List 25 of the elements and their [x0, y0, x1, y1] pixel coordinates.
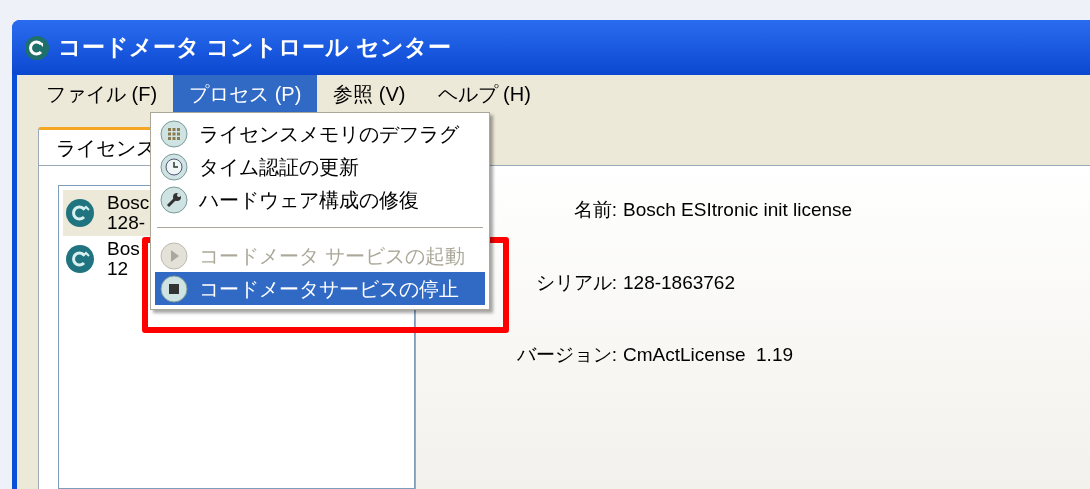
license-icon [65, 198, 95, 228]
license-name: Bosc [107, 193, 150, 213]
window-title: コードメータ コントロール センター [58, 33, 451, 63]
field-label: 名前: [573, 198, 618, 222]
wrench-icon [160, 185, 188, 214]
menu-option[interactable]: コードメータサービスの停止 [155, 272, 485, 305]
license-serial: 128- [107, 213, 147, 233]
grid-icon [160, 119, 188, 148]
license-icon [65, 244, 95, 274]
field-label: シリアル: [535, 270, 618, 295]
license-serial: 12 [107, 259, 130, 279]
clock-icon [160, 152, 188, 181]
menu-item[interactable]: ヘルプ (H) [421, 75, 547, 112]
menu-item[interactable]: ファイル (F) [30, 75, 174, 112]
menu-item[interactable]: プロセス (P) [173, 75, 318, 112]
field-value: CmActLicense 1.19 [623, 343, 795, 367]
stop-icon [160, 274, 188, 303]
license-item[interactable]: Bosc 128- [63, 190, 153, 236]
field-label: バージョン: [516, 343, 618, 367]
play-icon [160, 241, 188, 270]
field-value: Bosch ESItronic init license [623, 198, 854, 222]
field-value: 128-1863762 [623, 270, 736, 295]
menu-item[interactable]: 参照 (V) [317, 75, 422, 112]
license-name: Bos [107, 239, 140, 259]
app-logo-icon [24, 34, 50, 61]
